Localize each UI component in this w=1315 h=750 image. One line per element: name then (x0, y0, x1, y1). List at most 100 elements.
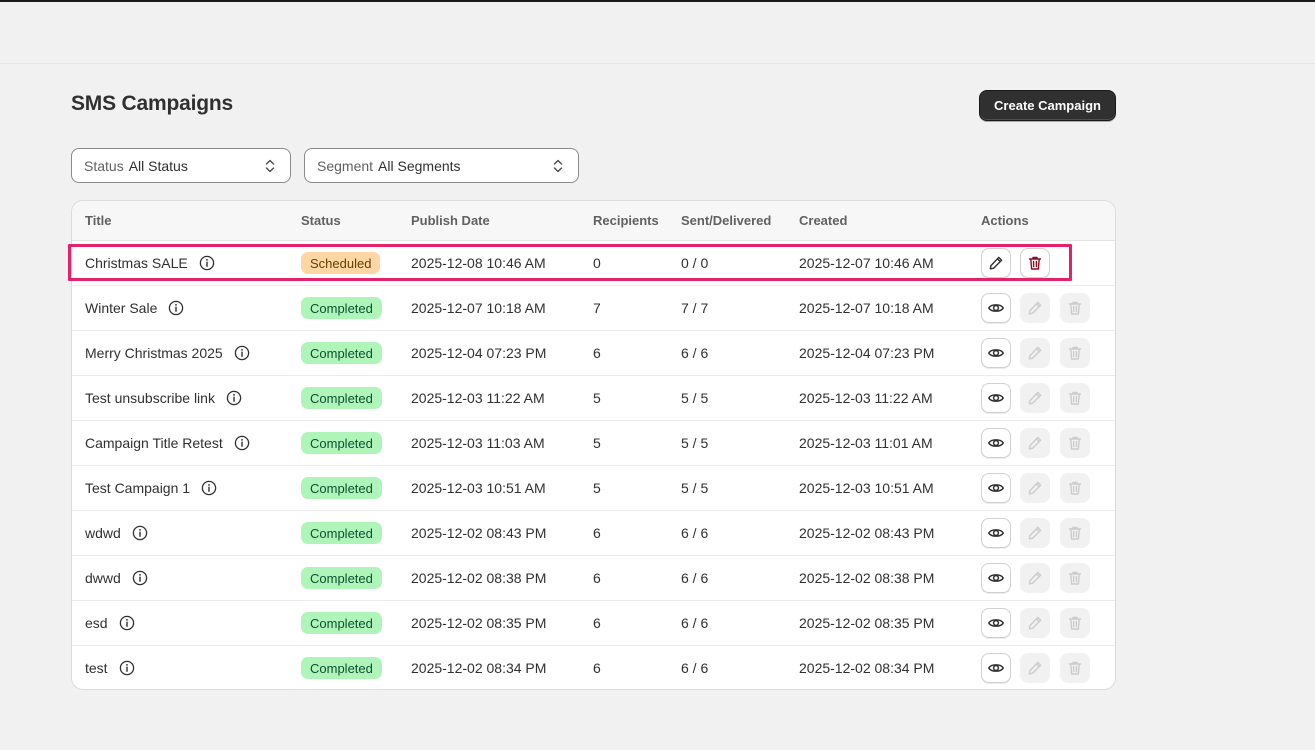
created-date: 2025-12-02 08:34 PM (799, 660, 935, 676)
view-button[interactable] (981, 608, 1011, 638)
trash-icon (1067, 480, 1083, 496)
campaign-title-cell: dwwd (85, 570, 148, 586)
chevron-up-down-icon (550, 157, 566, 178)
delete-button-disabled (1060, 293, 1090, 323)
recipients-count: 6 (593, 570, 601, 586)
campaign-title-cell: Winter Sale (85, 300, 184, 316)
pencil-icon (1027, 525, 1043, 541)
segment-filter-select[interactable]: Segment All Segments (304, 148, 579, 183)
header-title: Title (85, 213, 112, 228)
info-icon[interactable] (234, 435, 250, 451)
view-button[interactable] (981, 653, 1011, 683)
create-campaign-button[interactable]: Create Campaign (979, 90, 1116, 121)
eye-icon (987, 614, 1005, 632)
info-icon[interactable] (119, 660, 135, 676)
sent-delivered: 6 / 6 (681, 660, 709, 676)
info-icon[interactable] (168, 300, 184, 316)
delete-button-disabled (1060, 338, 1090, 368)
trash-icon (1067, 435, 1083, 451)
status-badge: Completed (301, 342, 382, 364)
view-button[interactable] (981, 338, 1011, 368)
recipients-count: 7 (593, 300, 601, 316)
publish-date: 2025-12-03 11:22 AM (411, 390, 545, 406)
publish-date: 2025-12-02 08:43 PM (411, 525, 547, 541)
table-row: test Completed 2025-12-02 08:34 PM 6 6 / 6 20… (72, 646, 1115, 689)
delete-button[interactable] (1020, 248, 1050, 278)
pencil-icon (1027, 300, 1043, 316)
status-badge: Completed (301, 477, 382, 499)
delete-button-disabled (1060, 608, 1090, 638)
edit-button-disabled (1020, 473, 1050, 503)
info-icon[interactable] (201, 480, 217, 496)
table-row: Test unsubscribe link Completed 2025-12-03… (72, 376, 1115, 421)
pencil-icon (1027, 480, 1043, 496)
header-status: Status (301, 213, 341, 228)
recipients-count: 6 (593, 525, 601, 541)
sent-delivered: 6 / 6 (681, 525, 709, 541)
delete-button-disabled (1060, 473, 1090, 503)
delete-button-disabled (1060, 563, 1090, 593)
campaign-title-cell: Campaign Title Retest (85, 435, 250, 451)
campaign-title: Merry Christmas 2025 (85, 345, 223, 361)
campaign-title: test (85, 660, 108, 676)
campaign-title: Christmas SALE (85, 255, 188, 271)
recipients-count: 5 (593, 435, 601, 451)
recipients-count: 5 (593, 390, 601, 406)
view-button[interactable] (981, 293, 1011, 323)
info-icon[interactable] (132, 525, 148, 541)
info-icon[interactable] (234, 345, 250, 361)
campaign-title-cell: Merry Christmas 2025 (85, 345, 250, 361)
info-icon[interactable] (226, 390, 242, 406)
campaigns-table: Title Status Publish Date Recipients Sen… (71, 200, 1116, 690)
publish-date: 2025-12-03 11:03 AM (411, 435, 545, 451)
eye-icon (987, 569, 1005, 587)
view-button[interactable] (981, 428, 1011, 458)
eye-icon (987, 344, 1005, 362)
table-row: dwwd Completed 2025-12-02 08:38 PM 6 6 / 6 20… (72, 556, 1115, 601)
view-button[interactable] (981, 518, 1011, 548)
campaign-title: esd (85, 615, 108, 631)
campaign-title: Test Campaign 1 (85, 480, 191, 496)
edit-button-disabled (1020, 518, 1050, 548)
recipients-count: 6 (593, 345, 601, 361)
created-date: 2025-12-02 08:35 PM (799, 615, 935, 631)
header-actions: Actions (981, 213, 1029, 228)
sent-delivered: 6 / 6 (681, 345, 709, 361)
campaign-title-cell: esd (85, 615, 135, 631)
info-icon[interactable] (132, 570, 148, 586)
created-date: 2025-12-02 08:38 PM (799, 570, 935, 586)
eye-icon (987, 659, 1005, 677)
edit-button-disabled (1020, 428, 1050, 458)
trash-icon (1067, 660, 1083, 676)
campaign-title: Winter Sale (85, 300, 158, 316)
view-button[interactable] (981, 563, 1011, 593)
publish-date: 2025-12-02 08:38 PM (411, 570, 547, 586)
recipients-count: 5 (593, 480, 601, 496)
campaign-title: Campaign Title Retest (85, 435, 223, 451)
publish-date: 2025-12-07 10:18 AM (411, 300, 546, 316)
publish-date: 2025-12-03 10:51 AM (411, 480, 546, 496)
status-filter-select[interactable]: Status All Status (71, 148, 291, 183)
edit-button-disabled (1020, 383, 1050, 413)
header-created: Created (799, 213, 848, 228)
edit-button[interactable] (981, 248, 1011, 278)
view-button[interactable] (981, 383, 1011, 413)
eye-icon (987, 524, 1005, 542)
status-badge: Completed (301, 522, 382, 544)
info-icon[interactable] (119, 615, 135, 631)
sent-delivered: 0 / 0 (681, 255, 709, 271)
created-date: 2025-12-03 10:51 AM (799, 480, 934, 496)
info-icon[interactable] (199, 255, 215, 271)
status-badge: Completed (301, 612, 382, 634)
campaign-title-cell: test (85, 660, 135, 676)
view-button[interactable] (981, 473, 1011, 503)
pencil-icon (1027, 390, 1043, 406)
trash-icon (1027, 255, 1043, 271)
created-date: 2025-12-03 11:01 AM (799, 435, 933, 451)
table-row: Merry Christmas 2025 Completed 2025-12-04 … (72, 331, 1115, 376)
segment-filter-label: Segment (317, 157, 374, 174)
table-row: Campaign Title Retest Completed 2025-12-03… (72, 421, 1115, 466)
sent-delivered: 5 / 5 (681, 390, 709, 406)
pencil-icon (1027, 345, 1043, 361)
sent-delivered: 7 / 7 (681, 300, 709, 316)
